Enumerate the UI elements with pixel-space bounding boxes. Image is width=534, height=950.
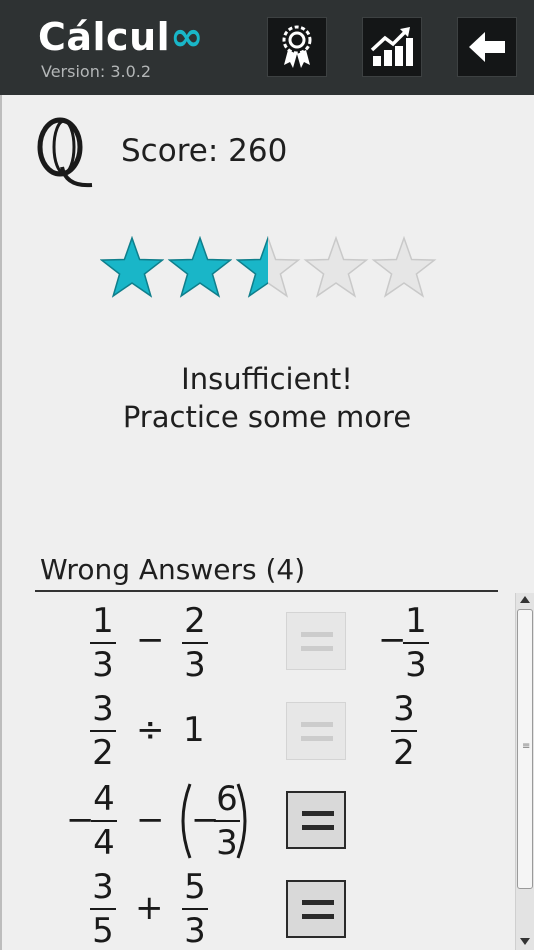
equals-bar [302, 914, 334, 919]
infinity-logo-mark: ∞ [170, 14, 204, 60]
operator: ÷ [136, 710, 165, 750]
scrollbar-thumb[interactable]: ≡ [517, 609, 533, 889]
numerator: 6 [216, 779, 238, 819]
answer-fraction: 1 3 [403, 602, 429, 684]
fraction: 5 3 [182, 868, 208, 950]
scroll-up-arrow-icon[interactable] [520, 596, 530, 603]
answer-fraction: 3 2 [391, 690, 417, 772]
chart-growth-icon [370, 27, 413, 66]
app-title: Cálcul [38, 15, 171, 59]
wrong-answers-scrollbar[interactable]: ≡ [515, 593, 534, 950]
award-ribbon-icon [282, 25, 312, 68]
rating-star [303, 236, 369, 298]
back-button[interactable] [457, 17, 517, 77]
equals-button[interactable] [286, 880, 346, 938]
numerator: 3 [92, 867, 114, 907]
numerator: 5 [184, 867, 206, 907]
fraction: 1 3 [90, 602, 116, 684]
denominator: 5 [92, 911, 114, 950]
fraction: 2 3 [182, 602, 208, 684]
rating-star [100, 236, 165, 298]
quiz-q-icon [37, 117, 93, 188]
numerator: 3 [92, 689, 114, 729]
equals-bar [301, 646, 333, 651]
equals-button[interactable] [286, 702, 346, 760]
star-rating [100, 236, 437, 298]
fraction-bar [90, 730, 116, 732]
fraction: 6 3 [214, 780, 240, 862]
app-header: Cálcul∞ Version: 3.0.2 [0, 0, 534, 95]
denominator: 3 [216, 823, 238, 863]
equals-bar [301, 632, 333, 637]
achievements-button[interactable] [267, 17, 327, 77]
fraction-bar [91, 820, 117, 822]
verdict-message: Practice some more [122, 400, 412, 434]
verdict-headline: Insufficient! [181, 362, 353, 396]
fraction-bar [182, 642, 208, 644]
fraction-bar [214, 820, 240, 822]
rating-star [167, 236, 233, 298]
equals-bar [301, 736, 333, 741]
numerator: 1 [92, 601, 114, 641]
fraction-bar [90, 908, 116, 910]
denominator: 3 [405, 645, 427, 685]
operator: + [135, 888, 164, 928]
operator: − [136, 800, 165, 840]
score-label: Score: 260 [121, 133, 288, 169]
app-logo: Cálcul∞ [38, 14, 204, 60]
app-version: Version: 3.0.2 [41, 62, 152, 81]
equals-button[interactable] [286, 612, 346, 670]
fraction-bar [182, 908, 208, 910]
equals-bar [302, 825, 334, 830]
wrong-answers-title: Wrong Answers (4) [40, 553, 306, 586]
fraction-bar [391, 730, 417, 732]
equals-bar [301, 722, 333, 727]
equals-button[interactable] [286, 791, 346, 849]
fraction: 4 4 [91, 780, 117, 862]
numerator: 3 [393, 689, 415, 729]
numerator: 1 [405, 601, 427, 641]
divider [35, 590, 498, 592]
grip-icon: ≡ [522, 741, 531, 752]
back-arrow-icon [469, 32, 505, 62]
rating-star [235, 236, 301, 298]
statistics-button[interactable] [362, 17, 422, 77]
denominator: 3 [92, 645, 114, 685]
scroll-down-arrow-icon[interactable] [520, 938, 530, 945]
numerator: 2 [184, 601, 206, 641]
fraction-bar [403, 642, 429, 644]
operator: − [136, 620, 165, 660]
denominator: 2 [92, 733, 114, 773]
equals-bar [302, 900, 334, 905]
numerator: 4 [93, 779, 115, 819]
fraction: 3 5 [90, 868, 116, 950]
operand: 1 [183, 710, 205, 750]
denominator: 2 [393, 733, 415, 773]
equals-bar [302, 811, 334, 816]
denominator: 4 [93, 823, 115, 863]
denominator: 3 [184, 645, 206, 685]
rating-star [371, 236, 437, 298]
fraction-bar [90, 642, 116, 644]
fraction: 3 2 [90, 690, 116, 772]
denominator: 3 [184, 911, 206, 950]
